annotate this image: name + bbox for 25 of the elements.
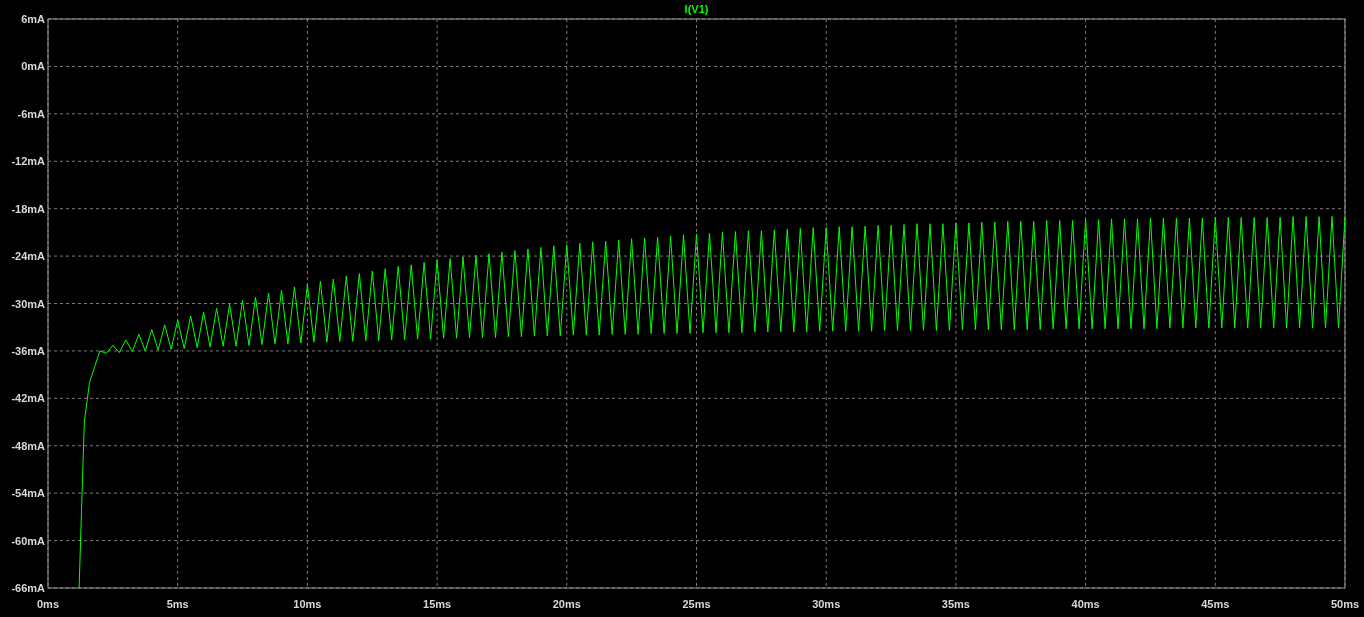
- x-tick-label: 20ms: [552, 598, 581, 610]
- y-tick-label: -36mA: [11, 344, 45, 357]
- y-tick-label: -30mA: [11, 297, 45, 310]
- x-tick-label: 25ms: [682, 598, 711, 610]
- y-tick-label: 6mA: [21, 13, 45, 25]
- x-tick-label: 0ms: [37, 598, 59, 610]
- y-tick-label: -24mA: [11, 250, 45, 263]
- x-tick-label: 45ms: [1201, 598, 1230, 610]
- y-tick-label: -60mA: [11, 534, 45, 547]
- x-tick-label: 5ms: [166, 598, 189, 610]
- trace-name-label: I(V1): [684, 3, 709, 15]
- x-tick-label: 10ms: [293, 598, 322, 610]
- x-tick-label: 50ms: [1330, 598, 1360, 610]
- y-tick-label: -12mA: [11, 155, 45, 168]
- y-tick-label: -42mA: [11, 392, 45, 405]
- x-tick-label: 30ms: [812, 598, 841, 610]
- y-tick-label: -48mA: [11, 439, 45, 452]
- y-tick-label: -6mA: [17, 107, 45, 120]
- y-tick-label: -54mA: [11, 487, 45, 500]
- x-tick-label: 35ms: [941, 598, 970, 610]
- x-tick-label: 15ms: [423, 598, 452, 610]
- x-tick-label: 40ms: [1071, 598, 1100, 610]
- y-tick-label: -66mA: [11, 582, 45, 594]
- y-tick-label: 0mA: [21, 60, 45, 73]
- y-tick-label: -18mA: [11, 202, 45, 215]
